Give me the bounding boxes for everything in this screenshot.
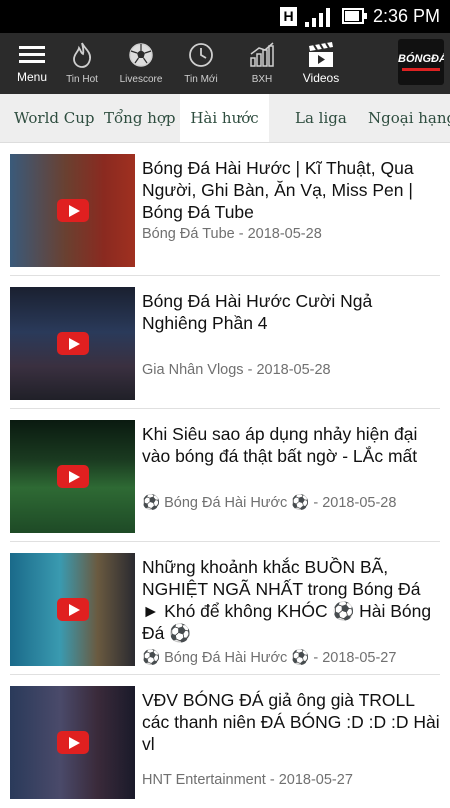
video-item[interactable]: VĐV BÓNG ĐÁ giả ông già TROLL các thanh … <box>10 675 440 808</box>
video-thumbnail[interactable] <box>10 287 135 400</box>
video-item[interactable]: Bóng Đá Hài Hước Cười Ngả Nghiêng Phần 4… <box>10 276 440 409</box>
top-toolbar: Menu Tin Hot Livescore Tin Mới BXH Video… <box>0 33 450 94</box>
clock-icon <box>189 43 213 67</box>
video-thumbnail[interactable] <box>10 686 135 799</box>
tab-bxh[interactable]: BXH <box>240 33 284 94</box>
menu-label: Menu <box>16 70 48 84</box>
video-title[interactable]: Bóng Đá Hài Hước Cười Ngả Nghiêng Phần 4 <box>142 290 440 334</box>
bar-chart-icon <box>250 42 274 67</box>
video-title[interactable]: Khi Siêu sao áp dụng nhảy hiện đại vào b… <box>142 423 440 467</box>
clock-time: 2:36 PM <box>372 6 440 26</box>
play-icon <box>57 598 89 621</box>
video-item[interactable]: Khi Siêu sao áp dụng nhảy hiện đại vào b… <box>10 409 440 542</box>
tab-livescore-label: Livescore <box>119 74 163 85</box>
battery-icon <box>342 8 367 24</box>
tab-tin-hot-label: Tin Hot <box>66 74 98 85</box>
video-meta: Bóng Đá Tube - 2018-05-28 <box>142 226 322 242</box>
video-item[interactable]: Bóng Đá Hài Hước | Kĩ Thuật, Qua Người, … <box>10 143 440 276</box>
tab-bxh-label: BXH <box>251 74 273 85</box>
video-meta: HNT Entertainment - 2018-05-27 <box>142 772 353 788</box>
tab-tong-hop[interactable]: Tổng hợp <box>104 94 176 142</box>
video-meta: Gia Nhân Vlogs - 2018-05-28 <box>142 362 331 378</box>
logo-text: BÓNGĐÁ <box>398 53 444 65</box>
video-item[interactable]: Những khoảnh khắc BUỒN BÃ, NGHIỆT NGÃ NH… <box>10 542 440 675</box>
video-thumbnail[interactable] <box>10 154 135 267</box>
battery-level <box>345 11 360 21</box>
video-meta: ⚽ Bóng Đá Hài Hước ⚽ - 2018-05-28 <box>142 495 397 511</box>
tab-tin-moi[interactable]: Tin Mới <box>178 33 224 94</box>
logo-accent <box>402 68 440 71</box>
video-thumbnail[interactable] <box>10 420 135 533</box>
video-title[interactable]: Những khoảnh khắc BUỒN BÃ, NGHIỆT NGÃ NH… <box>142 556 440 644</box>
play-icon <box>57 332 89 355</box>
soccer-ball-icon <box>129 43 153 67</box>
video-title[interactable]: Bóng Đá Hài Hước | Kĩ Thuật, Qua Người, … <box>142 157 440 223</box>
video-thumbnail[interactable] <box>10 553 135 666</box>
tab-hai-huoc[interactable]: Hài hước <box>180 94 269 142</box>
menu-button[interactable]: Menu <box>6 33 58 94</box>
tab-videos-label: Videos <box>302 71 340 85</box>
tab-tin-moi-label: Tin Mới <box>184 74 218 85</box>
tab-tin-hot[interactable]: Tin Hot <box>60 33 104 94</box>
video-title[interactable]: VĐV BÓNG ĐÁ giả ông già TROLL các thanh … <box>142 689 440 755</box>
tab-livescore[interactable]: Livescore <box>115 33 167 94</box>
category-tabs: World Cup Tổng hợp Hài hước La liga Ngoạ… <box>0 94 450 143</box>
tab-world-cup[interactable]: World Cup <box>14 94 95 142</box>
tab-la-liga[interactable]: La liga <box>295 94 347 142</box>
clapperboard-icon <box>309 42 333 67</box>
play-icon <box>57 731 89 754</box>
tab-videos[interactable]: Videos <box>298 33 344 94</box>
play-icon <box>57 465 89 488</box>
video-meta: ⚽ Bóng Đá Hài Hước ⚽ - 2018-05-27 <box>142 650 397 666</box>
play-icon <box>57 199 89 222</box>
app-logo[interactable]: BÓNGĐÁ <box>398 39 444 85</box>
hamburger-icon <box>19 46 45 63</box>
flame-icon <box>73 42 91 68</box>
signal-icon <box>305 8 330 27</box>
tab-ngoai-hang[interactable]: Ngoại hạng <box>368 94 450 142</box>
status-bar: H 2:36 PM <box>0 0 450 33</box>
network-type-badge: H <box>280 7 297 26</box>
